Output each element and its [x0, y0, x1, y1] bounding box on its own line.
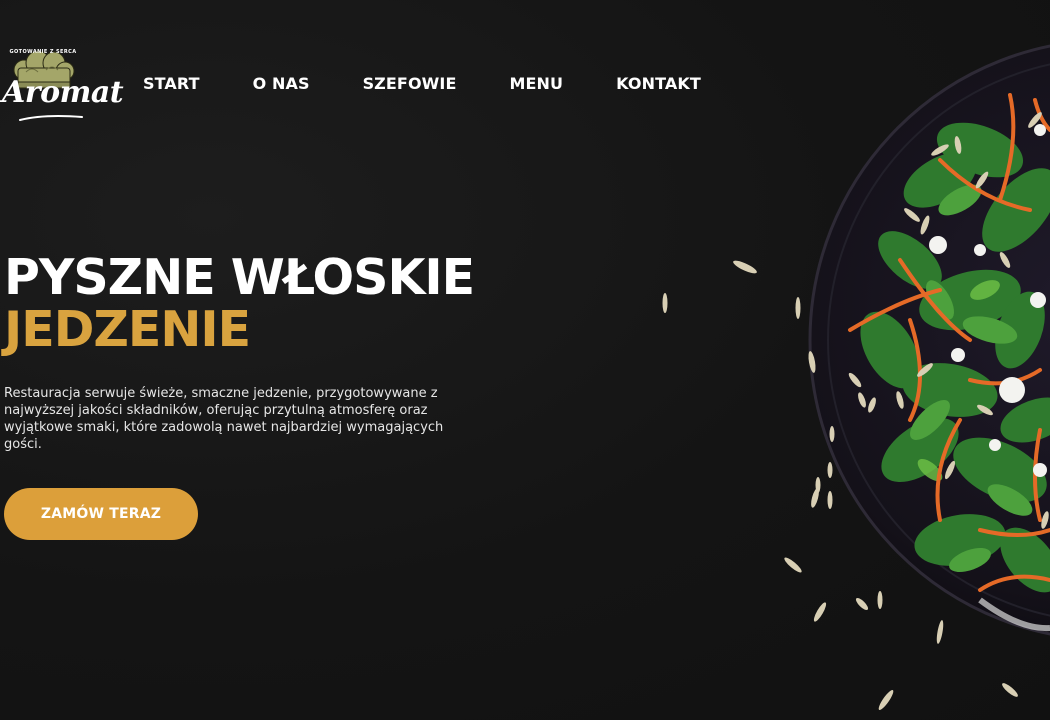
nav-item-menu[interactable]: MENU: [509, 74, 563, 93]
logo-wordmark: Aromat: [2, 75, 124, 110]
logo-tagline: GOTOWANIE Z SERCA: [9, 49, 77, 55]
hero-description: Restauracja serwuje świeże, smaczne jedz…: [4, 386, 444, 452]
nav-item-o-nas[interactable]: O NAS: [253, 74, 310, 93]
hero-title-line2: JEDZENIE: [4, 301, 251, 358]
logo[interactable]: GOTOWANIE Z SERCA Aromat: [2, 44, 124, 124]
hero-title-line1: PYSZNE WŁOSKIE: [4, 249, 475, 306]
nav-item-szefowie[interactable]: SZEFOWIE: [363, 74, 457, 93]
nav-item-start[interactable]: START: [143, 74, 200, 93]
main-nav: START O NAS SZEFOWIE MENU KONTAKT: [143, 72, 701, 94]
hero-title: PYSZNE WŁOSKIE JEDZENIE: [4, 249, 475, 358]
salad-plate-image: [662, 44, 1050, 710]
order-now-button[interactable]: ZAMÓW TERAZ: [4, 488, 198, 540]
landing-page: GOTOWANIE Z SERCA Aromat START O NAS SZE…: [0, 0, 1050, 720]
